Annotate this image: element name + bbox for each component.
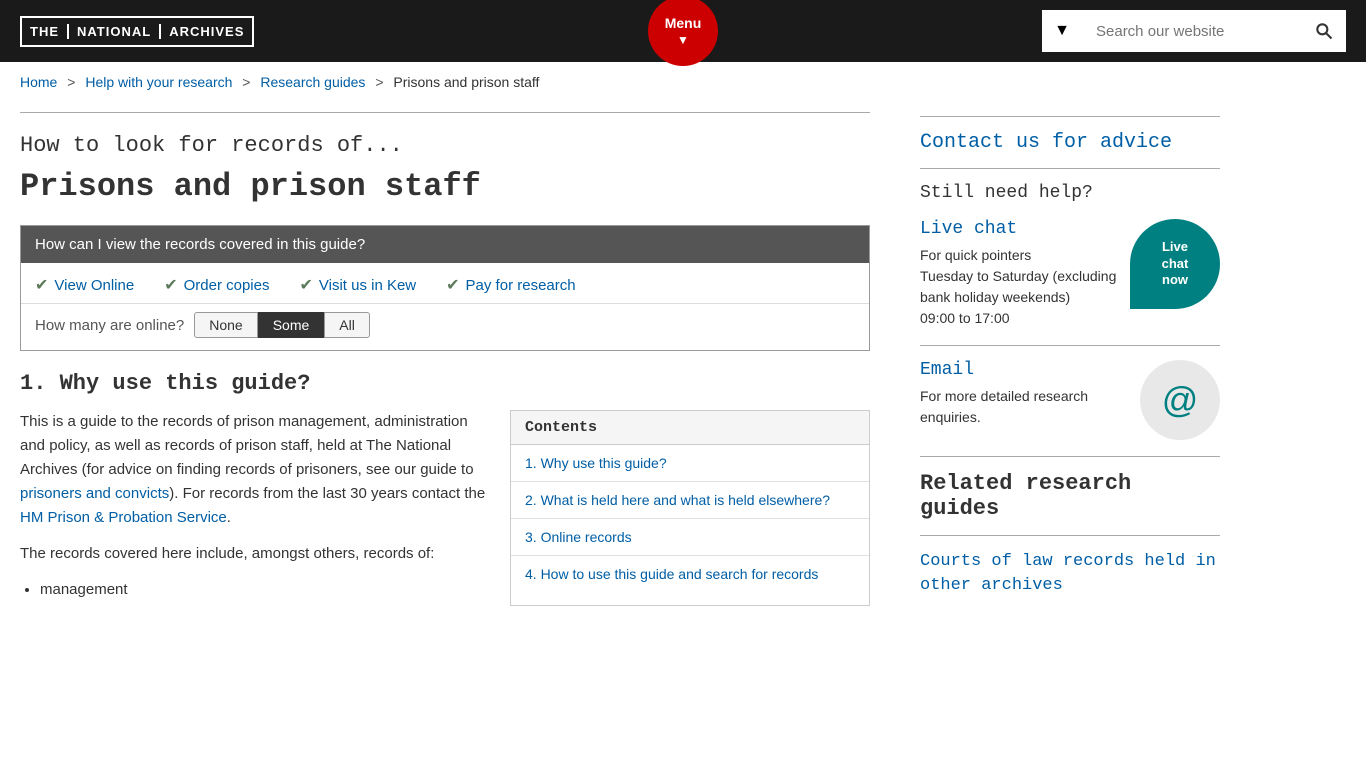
email-link[interactable]: Email <box>920 360 1130 380</box>
breadcrumb-sep-3: > <box>375 74 383 90</box>
online-opt-all[interactable]: All <box>324 312 370 338</box>
contents-item-2: 2. What is held here and what is held el… <box>511 482 869 519</box>
related-title: Related research guides <box>920 471 1220 521</box>
main-wrapper: How to look for records of... Prisons an… <box>0 102 1366 622</box>
option-visit-kew-label: Visit us in Kew <box>319 277 416 294</box>
search-button[interactable] <box>1302 10 1346 52</box>
logo: THE NATIONAL ARCHIVES <box>20 16 254 47</box>
email-desc: For more detailed research enquiries. <box>920 386 1130 428</box>
option-order-copies-label: Order copies <box>184 277 270 294</box>
how-to-label: How to look for records of... <box>20 133 870 158</box>
section1-text: This is a guide to the records of prison… <box>20 410 490 606</box>
email-text: Email For more detailed research enquiri… <box>920 360 1130 428</box>
search-input[interactable] <box>1082 10 1302 52</box>
contents-header: Contents <box>511 411 869 445</box>
live-chat-desc: For quick pointers Tuesday to Saturday (… <box>920 245 1120 329</box>
contents-list: 1. Why use this guide? 2. What is held h… <box>511 445 869 592</box>
option-pay-research-label: Pay for research <box>466 277 576 294</box>
section1-list: management <box>20 578 490 602</box>
live-chat-bubble-line2: chat <box>1162 256 1189 273</box>
section1-para1: This is a guide to the records of prison… <box>20 410 490 530</box>
top-divider <box>20 112 870 113</box>
contents-item-1: 1. Why use this guide? <box>511 445 869 482</box>
breadcrumb-current: Prisons and prison staff <box>393 74 539 90</box>
contact-link[interactable]: Contact us for advice <box>920 131 1220 154</box>
search-container: ▼ <box>1042 10 1346 52</box>
menu-label: Menu <box>665 15 702 31</box>
sidebar-divider-4 <box>920 535 1220 536</box>
contents-link-1[interactable]: 1. Why use this guide? <box>511 445 869 481</box>
option-order-copies[interactable]: ✔ Order copies <box>164 275 269 295</box>
email-icon: @ <box>1140 360 1220 440</box>
section1-title: 1. Why use this guide? <box>20 371 870 396</box>
breadcrumb: Home > Help with your research > Researc… <box>0 62 1366 102</box>
option-view-online-label: View Online <box>54 277 134 294</box>
logo-part-the: THE <box>22 24 69 39</box>
live-chat-bubble-line3: now <box>1162 272 1188 289</box>
contents-item-3: 3. Online records <box>511 519 869 556</box>
breadcrumb-sep-2: > <box>242 74 250 90</box>
live-chat-desc-2: Tuesday to Saturday (excluding bank holi… <box>920 268 1116 305</box>
option-view-online[interactable]: ✔ View Online <box>35 275 134 295</box>
contents-box: Contents 1. Why use this guide? 2. What … <box>510 410 870 606</box>
live-chat-desc-1: For quick pointers <box>920 247 1031 263</box>
online-label: How many are online? <box>35 317 184 334</box>
breadcrumb-guides[interactable]: Research guides <box>260 74 365 90</box>
online-opt-some[interactable]: Some <box>258 312 325 338</box>
link-prisoners-convicts[interactable]: prisoners and convicts <box>20 485 169 502</box>
related-link-1[interactable]: Courts of law records held in other arch… <box>920 550 1220 598</box>
section1-para2: The records covered here include, amongs… <box>20 542 490 566</box>
online-opt-none[interactable]: None <box>194 312 257 338</box>
link-hm-prison[interactable]: HM Prison & Probation Service <box>20 509 227 526</box>
check-icon-view: ✔ <box>35 275 48 295</box>
option-visit-kew[interactable]: ✔ Visit us in Kew <box>299 275 416 295</box>
breadcrumb-sep-1: > <box>67 74 75 90</box>
contents-link-4[interactable]: 4. How to use this guide and search for … <box>511 556 869 592</box>
contents-link-3[interactable]: 3. Online records <box>511 519 869 555</box>
guide-box-online: How many are online? None Some All <box>21 303 869 350</box>
sidebar: Contact us for advice Still need help? L… <box>900 102 1220 622</box>
live-chat-section: Live chat For quick pointers Tuesday to … <box>920 219 1220 329</box>
live-chat-text: Live chat For quick pointers Tuesday to … <box>920 219 1120 329</box>
option-pay-research[interactable]: ✔ Pay for research <box>446 275 575 295</box>
live-chat-bubble[interactable]: Live chat now <box>1130 219 1220 309</box>
check-icon-pay: ✔ <box>446 275 459 295</box>
guide-box-options: ✔ View Online ✔ Order copies ✔ Visit us … <box>21 263 869 303</box>
site-header: THE NATIONAL ARCHIVES Menu ▼ ▼ <box>0 0 1366 62</box>
contents-item-4: 4. How to use this guide and search for … <box>511 556 869 592</box>
content-area: How to look for records of... Prisons an… <box>20 102 900 622</box>
guide-box-header: How can I view the records covered in th… <box>21 226 869 263</box>
still-help-label: Still need help? <box>920 183 1220 203</box>
check-icon-visit: ✔ <box>299 275 312 295</box>
sidebar-divider-3 <box>920 456 1220 457</box>
search-icon <box>1314 21 1334 41</box>
breadcrumb-home[interactable]: Home <box>20 74 57 90</box>
list-item-management: management <box>40 578 490 602</box>
contents-link-2[interactable]: 2. What is held here and what is held el… <box>511 482 869 518</box>
logo-part-national: NATIONAL <box>69 24 161 39</box>
online-options: None Some All <box>194 312 370 338</box>
menu-button[interactable]: Menu ▼ <box>648 0 718 66</box>
logo-part-archives: ARCHIVES <box>161 24 252 39</box>
menu-chevron-icon: ▼ <box>677 33 689 47</box>
sidebar-top-divider <box>920 116 1220 117</box>
live-chat-bubble-line1: Live <box>1162 239 1188 256</box>
guide-box: How can I view the records covered in th… <box>20 225 870 351</box>
logo-text: THE NATIONAL ARCHIVES <box>20 16 254 47</box>
check-icon-order: ✔ <box>164 275 177 295</box>
content-flex: This is a guide to the records of prison… <box>20 410 870 606</box>
sidebar-divider-2 <box>920 345 1220 346</box>
live-chat-desc-3: 09:00 to 17:00 <box>920 310 1010 326</box>
sidebar-divider-1 <box>920 168 1220 169</box>
breadcrumb-help[interactable]: Help with your research <box>85 74 232 90</box>
live-chat-link[interactable]: Live chat <box>920 219 1120 239</box>
email-section: Email For more detailed research enquiri… <box>920 360 1220 440</box>
page-title: Prisons and prison staff <box>20 168 870 205</box>
search-dropdown-button[interactable]: ▼ <box>1042 10 1082 52</box>
